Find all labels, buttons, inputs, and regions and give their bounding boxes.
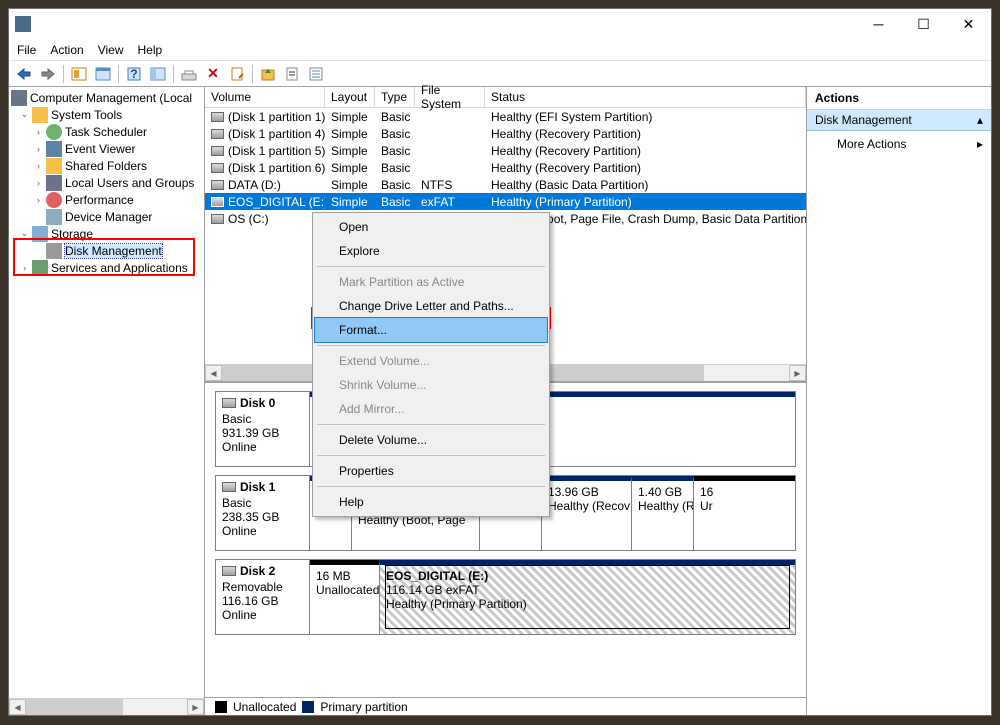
menu-file[interactable]: File bbox=[17, 43, 36, 57]
disk-2[interactable]: Disk 2 Removable 116.16 GB Online 16 MBU… bbox=[215, 559, 796, 635]
volume-icon bbox=[211, 146, 224, 156]
legend: Unallocated Primary partition bbox=[205, 697, 806, 715]
volume-row[interactable]: (Disk 1 partition 5)SimpleBasicHealthy (… bbox=[205, 142, 806, 159]
tree-local-users[interactable]: ›Local Users and Groups bbox=[9, 174, 204, 191]
legend-unallocated: Unallocated bbox=[233, 700, 296, 714]
ctx-mark-active: Mark Partition as Active bbox=[315, 270, 547, 294]
volume-icon bbox=[211, 197, 224, 207]
col-fs[interactable]: File System bbox=[415, 87, 485, 107]
ctx-mirror: Add Mirror... bbox=[315, 397, 547, 421]
tree-device-manager[interactable]: Device Manager bbox=[9, 208, 204, 225]
refresh-button[interactable] bbox=[178, 63, 200, 85]
volume-icon bbox=[211, 180, 224, 190]
tree-event-viewer[interactable]: ›Event Viewer bbox=[9, 140, 204, 157]
actions-more[interactable]: More Actions▸ bbox=[807, 131, 991, 157]
svg-text:?: ? bbox=[130, 67, 137, 81]
volume-icon bbox=[211, 214, 224, 224]
minimize-button[interactable]: ─ bbox=[856, 9, 901, 39]
disk-2-partition-eos[interactable]: EOS_DIGITAL (E:)116.14 GB exFATHealthy (… bbox=[380, 560, 795, 634]
tree-storage[interactable]: ⌄Storage bbox=[9, 225, 204, 242]
properties-icon[interactable] bbox=[226, 63, 248, 85]
tree-shared-folders[interactable]: ›Shared Folders bbox=[9, 157, 204, 174]
actions-header: Actions bbox=[807, 87, 991, 110]
maximize-button[interactable]: ☐ bbox=[901, 9, 946, 39]
col-layout[interactable]: Layout bbox=[325, 87, 375, 107]
tree-performance[interactable]: ›Performance bbox=[9, 191, 204, 208]
volume-row[interactable]: EOS_DIGITAL (E:)SimpleBasicexFATHealthy … bbox=[205, 193, 806, 210]
col-type[interactable]: Type bbox=[375, 87, 415, 107]
toolbar-list-icon[interactable] bbox=[305, 63, 327, 85]
volume-icon bbox=[211, 163, 224, 173]
legend-swatch-unallocated bbox=[215, 701, 227, 713]
volume-icon bbox=[211, 129, 224, 139]
tree-root[interactable]: Computer Management (Local bbox=[9, 89, 204, 106]
ctx-extend: Extend Volume... bbox=[315, 349, 547, 373]
drive-icon bbox=[222, 566, 236, 576]
toolbar-settings-icon[interactable] bbox=[147, 63, 169, 85]
ctx-change-letter[interactable]: Change Drive Letter and Paths... bbox=[315, 294, 547, 318]
toolbar: ? ✕ bbox=[9, 61, 991, 87]
disk-1-partition-3[interactable]: 13.96 GBHealthy (Recov bbox=[542, 476, 632, 550]
disk-1-partition-4[interactable]: 1.40 GBHealthy (R bbox=[632, 476, 694, 550]
toolbar-action-icon[interactable] bbox=[281, 63, 303, 85]
ctx-help[interactable]: Help bbox=[315, 490, 547, 514]
disk-1-partition-5[interactable]: 16Ur bbox=[694, 476, 795, 550]
ctx-delete[interactable]: Delete Volume... bbox=[315, 428, 547, 452]
tree-task-scheduler[interactable]: ›Task Scheduler bbox=[9, 123, 204, 140]
app-icon bbox=[15, 16, 31, 32]
navigation-tree-pane: Computer Management (Local ⌄System Tools… bbox=[9, 87, 205, 715]
tree-system-tools[interactable]: ⌄System Tools bbox=[9, 106, 204, 123]
menu-view[interactable]: View bbox=[98, 43, 124, 57]
help-button[interactable]: ? bbox=[123, 63, 145, 85]
collapse-icon: ▴ bbox=[977, 113, 983, 127]
tree-disk-management[interactable]: Disk Management bbox=[9, 242, 204, 259]
list-header: Volume Layout Type File System Status bbox=[205, 87, 806, 108]
back-button[interactable] bbox=[13, 63, 35, 85]
ctx-shrink: Shrink Volume... bbox=[315, 373, 547, 397]
chevron-right-icon: ▸ bbox=[977, 137, 983, 151]
ctx-properties[interactable]: Properties bbox=[315, 459, 547, 483]
volume-row[interactable]: DATA (D:)SimpleBasicNTFSHealthy (Basic D… bbox=[205, 176, 806, 193]
delete-button[interactable]: ✕ bbox=[202, 63, 224, 85]
ctx-open[interactable]: Open bbox=[315, 215, 547, 239]
ctx-explore[interactable]: Explore bbox=[315, 239, 547, 263]
menu-help[interactable]: Help bbox=[138, 43, 163, 57]
actions-pane: Actions Disk Management▴ More Actions▸ bbox=[807, 87, 991, 715]
drive-icon bbox=[222, 482, 236, 492]
col-volume[interactable]: Volume bbox=[205, 87, 325, 107]
show-hide-tree-button[interactable] bbox=[68, 63, 90, 85]
menu-action[interactable]: Action bbox=[50, 43, 83, 57]
disk-2-label: Disk 2 Removable 116.16 GB Online bbox=[216, 560, 310, 634]
disk-2-partition-0[interactable]: 16 MBUnallocated bbox=[310, 560, 380, 634]
tree-scrollbar[interactable]: ◀ ▶ bbox=[9, 698, 204, 715]
disk-1-label: Disk 1 Basic 238.35 GB Online bbox=[216, 476, 310, 550]
volume-row[interactable]: (Disk 1 partition 6)SimpleBasicHealthy (… bbox=[205, 159, 806, 176]
close-button[interactable]: ✕ bbox=[946, 9, 991, 39]
volume-row[interactable]: (Disk 1 partition 1)SimpleBasicHealthy (… bbox=[205, 108, 806, 125]
toolbar-up-icon[interactable] bbox=[257, 63, 279, 85]
forward-button[interactable] bbox=[37, 63, 59, 85]
menubar: File Action View Help bbox=[9, 39, 991, 61]
disk-0-label: Disk 0 Basic 931.39 GB Online bbox=[216, 392, 310, 466]
tree-services-apps[interactable]: ›Services and Applications bbox=[9, 259, 204, 276]
actions-disk-management[interactable]: Disk Management▴ bbox=[807, 110, 991, 131]
col-status[interactable]: Status bbox=[485, 87, 806, 107]
ctx-format[interactable]: Format... bbox=[315, 318, 547, 342]
volume-icon bbox=[211, 112, 224, 122]
toolbar-view-icon[interactable] bbox=[92, 63, 114, 85]
legend-primary: Primary partition bbox=[320, 700, 407, 714]
volume-row[interactable]: (Disk 1 partition 4)SimpleBasicHealthy (… bbox=[205, 125, 806, 142]
legend-swatch-primary bbox=[302, 701, 314, 713]
titlebar: ─ ☐ ✕ bbox=[9, 9, 991, 39]
context-menu: Open Explore Mark Partition as Active Ch… bbox=[312, 212, 550, 517]
drive-icon bbox=[222, 398, 236, 408]
